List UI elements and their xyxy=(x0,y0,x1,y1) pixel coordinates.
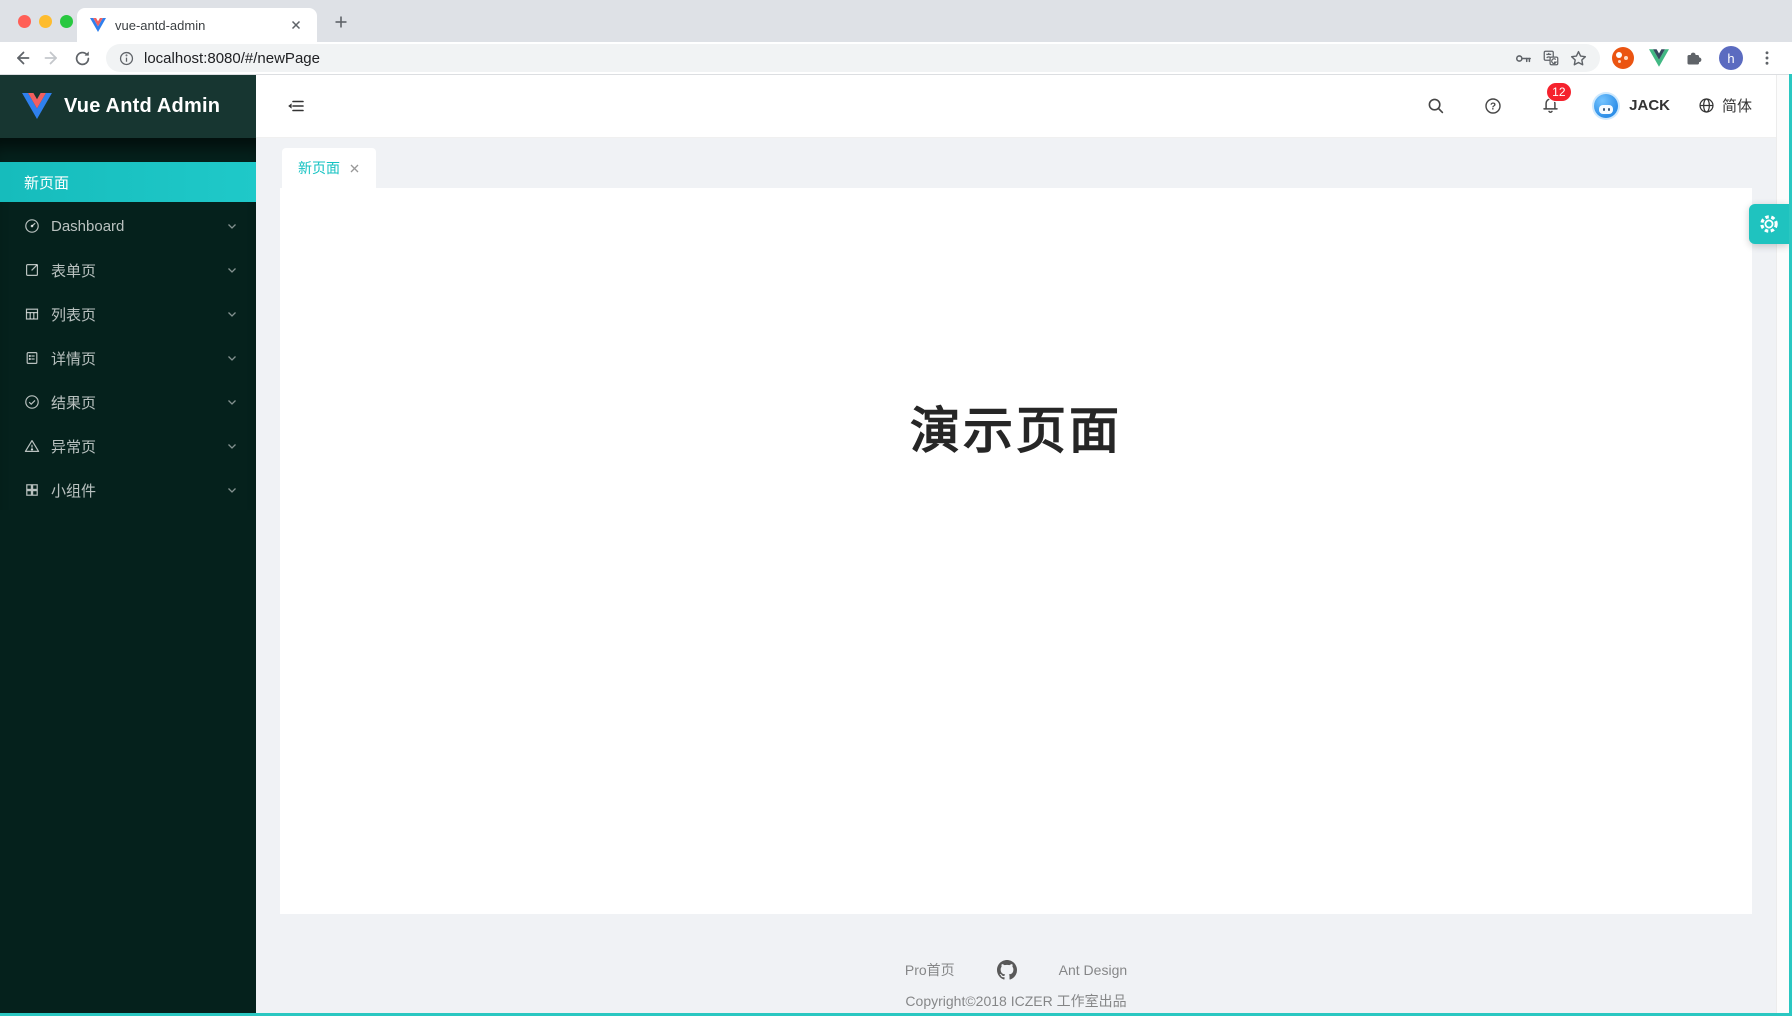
notification-bell-icon[interactable]: 12 xyxy=(1535,91,1565,121)
user-menu[interactable]: JACK xyxy=(1592,92,1670,120)
browser-tab-title: vue-antd-admin xyxy=(115,18,285,33)
app-title: Vue Antd Admin xyxy=(64,95,220,118)
sidebar-item-label: 小组件 xyxy=(51,480,96,501)
sidebar-menu: 新页面 Dashboard 表单页 xyxy=(0,138,256,510)
browser-tabstrip: vue-antd-admin xyxy=(0,0,1792,42)
chevron-down-icon xyxy=(226,440,238,452)
vue-favicon-icon xyxy=(90,18,106,32)
browser-chrome: vue-antd-admin xyxy=(0,0,1792,74)
settings-gear-button[interactable] xyxy=(1749,204,1789,244)
extension-orange-icon[interactable] xyxy=(1612,47,1634,69)
sidebar-item-label: 详情页 xyxy=(51,348,96,369)
password-key-icon[interactable] xyxy=(1514,49,1533,68)
tab-close-icon[interactable] xyxy=(285,14,307,36)
page-tabbar: 新页面 xyxy=(256,138,1776,188)
minimize-window-button[interactable] xyxy=(39,15,52,28)
url-bar[interactable]: localhost:8080/#/newPage xyxy=(106,44,1600,72)
browser-menu-icon[interactable] xyxy=(1758,49,1776,67)
bookmark-star-icon[interactable] xyxy=(1569,49,1588,68)
close-window-button[interactable] xyxy=(18,15,31,28)
sidebar-item-exceptions[interactable]: 异常页 xyxy=(0,426,256,466)
username: JACK xyxy=(1629,97,1670,114)
globe-icon xyxy=(1697,96,1716,115)
warning-icon xyxy=(24,438,40,454)
window-controls xyxy=(18,15,73,28)
chevron-down-icon xyxy=(226,484,238,496)
svg-text:?: ? xyxy=(1490,101,1496,112)
form-icon xyxy=(24,262,40,278)
back-button[interactable] xyxy=(8,44,36,72)
block-icon xyxy=(24,482,40,498)
page-title: 演示页面 xyxy=(910,391,1122,914)
chevron-down-icon xyxy=(226,352,238,364)
sidebar-item-label: 表单页 xyxy=(51,260,96,281)
extensions-puzzle-icon[interactable] xyxy=(1684,48,1704,68)
language-label: 简体 xyxy=(1722,95,1752,116)
browser-tab[interactable]: vue-antd-admin xyxy=(77,8,317,42)
forward-button[interactable] xyxy=(38,44,66,72)
site-info-icon[interactable] xyxy=(118,50,135,67)
sidebar-item-widgets[interactable]: 小组件 xyxy=(0,470,256,510)
sidebar-item-label: 列表页 xyxy=(51,304,96,325)
vue-logo-icon xyxy=(22,93,52,119)
check-circle-icon xyxy=(24,394,40,410)
footer-link-ant-design[interactable]: Ant Design xyxy=(1059,962,1127,978)
sidebar-item-label: 异常页 xyxy=(51,436,96,457)
extensions-row: h xyxy=(1610,46,1784,70)
tab-new-page[interactable]: 新页面 xyxy=(282,148,376,188)
tab-close-icon[interactable] xyxy=(349,163,360,174)
browser-toolbar: localhost:8080/#/newPage xyxy=(0,42,1792,74)
sidebar-item-details[interactable]: 详情页 xyxy=(0,338,256,378)
profile-icon xyxy=(24,350,40,366)
sidebar-item-new-page[interactable]: 新页面 xyxy=(0,162,256,202)
footer-link-pro-home[interactable]: Pro首页 xyxy=(905,960,955,980)
header-actions: ? 12 JACK 简体 xyxy=(1421,91,1752,121)
sidebar-item-label: 新页面 xyxy=(24,172,69,193)
language-switch[interactable]: 简体 xyxy=(1697,95,1752,116)
chevron-down-icon xyxy=(226,264,238,276)
menu-fold-icon[interactable] xyxy=(282,92,310,120)
new-tab-button[interactable] xyxy=(330,11,352,33)
reload-button[interactable] xyxy=(68,44,96,72)
url-text[interactable]: localhost:8080/#/newPage xyxy=(144,50,1505,67)
sidebar: Vue Antd Admin 新页面 Dashboard 表单页 xyxy=(0,74,256,1013)
browser-profile-avatar[interactable]: h xyxy=(1719,46,1743,70)
search-icon[interactable] xyxy=(1421,91,1451,121)
chevron-down-icon xyxy=(226,308,238,320)
zoom-window-button[interactable] xyxy=(60,15,73,28)
chevron-down-icon xyxy=(226,396,238,408)
sidebar-item-label: Dashboard xyxy=(51,218,124,235)
notification-badge: 12 xyxy=(1546,82,1571,102)
copyright: Copyright©2018 ICZER 工作室出品 xyxy=(905,991,1126,1011)
sidebar-item-results[interactable]: 结果页 xyxy=(0,382,256,422)
sidebar-item-label: 结果页 xyxy=(51,392,96,413)
translate-icon[interactable] xyxy=(1542,49,1560,67)
github-icon[interactable] xyxy=(997,960,1017,980)
dashboard-icon xyxy=(24,218,40,234)
tab-label: 新页面 xyxy=(298,158,340,178)
content-card: 演示页面 xyxy=(280,188,1752,914)
user-avatar xyxy=(1592,92,1620,120)
page-header: ? 12 JACK 简体 xyxy=(256,74,1776,138)
vue-devtools-icon[interactable] xyxy=(1649,49,1669,67)
page-footer: Pro首页 Ant Design Copyright©2018 ICZER 工作… xyxy=(256,914,1776,1013)
main-area: ? 12 JACK 简体 xyxy=(256,74,1776,1013)
app-logo[interactable]: Vue Antd Admin xyxy=(0,74,256,138)
help-icon[interactable]: ? xyxy=(1478,91,1508,121)
sidebar-item-forms[interactable]: 表单页 xyxy=(0,250,256,290)
sidebar-item-dashboard[interactable]: Dashboard xyxy=(0,206,256,246)
footer-links: Pro首页 Ant Design xyxy=(905,960,1127,980)
sidebar-item-lists[interactable]: 列表页 xyxy=(0,294,256,334)
table-icon xyxy=(24,306,40,322)
chevron-down-icon xyxy=(226,220,238,232)
